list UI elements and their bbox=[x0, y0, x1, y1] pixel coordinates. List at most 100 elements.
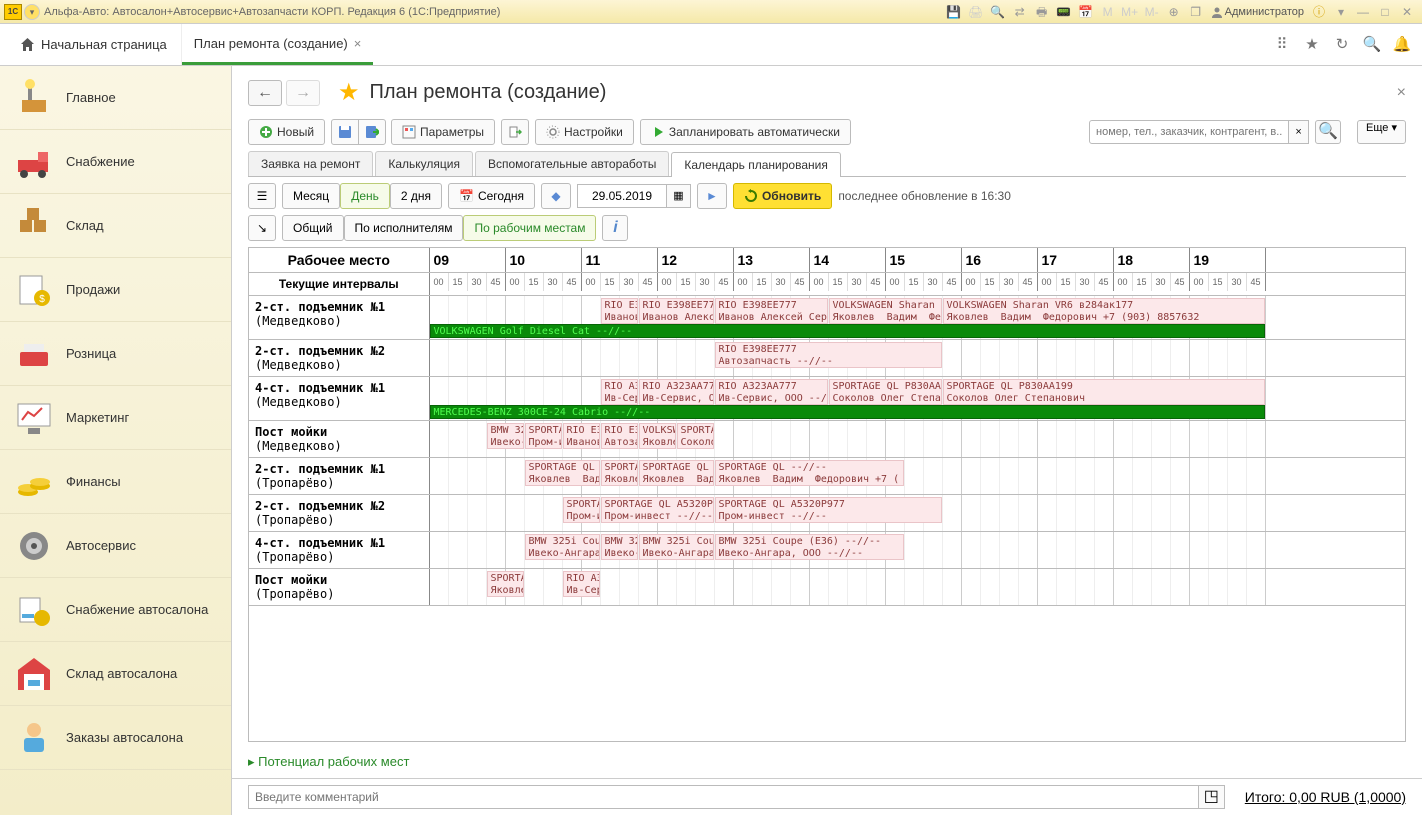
mode-performers-button[interactable]: По исполнителям bbox=[344, 215, 464, 241]
gantt-bar[interactable]: SPORTA Яковле bbox=[487, 571, 524, 597]
view-toggle-button[interactable]: ↘ bbox=[248, 215, 276, 241]
gantt-bar[interactable]: SPORTAGE QL Яковлев Вад bbox=[639, 460, 714, 486]
favorite-star-icon[interactable]: ★ bbox=[338, 78, 360, 107]
more-button[interactable]: Еще ▾ bbox=[1357, 120, 1406, 144]
date-input[interactable] bbox=[577, 184, 667, 208]
save-close-button[interactable] bbox=[358, 119, 386, 145]
sidebar-item-autoservice[interactable]: Автосервис bbox=[0, 514, 231, 578]
gantt-bar[interactable]: RIO E398EE777 Автозапчасть --//-- bbox=[715, 342, 942, 368]
tab-close-icon[interactable]: × bbox=[354, 36, 362, 51]
settings-button[interactable]: Настройки bbox=[535, 119, 634, 145]
view-day-button[interactable]: День bbox=[340, 183, 390, 209]
gantt-bar[interactable]: RIO E3 Автоза bbox=[601, 423, 638, 449]
maximize-icon[interactable]: □ bbox=[1376, 3, 1394, 21]
calculator-icon[interactable]: 📟 bbox=[1055, 3, 1073, 21]
gantt-bar[interactable]: VOLKSW Яковле bbox=[639, 423, 676, 449]
subtab-1[interactable]: Калькуляция bbox=[375, 151, 473, 176]
m-icon[interactable]: M bbox=[1099, 3, 1117, 21]
sidebar-item-sales[interactable]: $Продажи bbox=[0, 258, 231, 322]
info-icon[interactable]: ⓘ bbox=[1310, 3, 1328, 21]
prev-day-button[interactable]: ◆ bbox=[541, 183, 571, 209]
comment-open-icon[interactable]: ◳ bbox=[1199, 785, 1225, 809]
params-button[interactable]: Параметры bbox=[391, 119, 495, 145]
gantt-bar[interactable]: RIO E398EE777 Иванов Алексей Сер bbox=[715, 298, 828, 324]
gantt-bar[interactable]: BMW 32 Ивеко- bbox=[601, 534, 638, 560]
view-month-button[interactable]: Месяц bbox=[282, 183, 340, 209]
gantt-bar[interactable]: VOLKSWAGEN Golf Diesel Cat --//-- bbox=[430, 324, 1265, 338]
today-button[interactable]: 📅Сегодня bbox=[448, 183, 535, 209]
sidebar-item-finance[interactable]: Финансы bbox=[0, 450, 231, 514]
mode-general-button[interactable]: Общий bbox=[282, 215, 344, 241]
nav-back-button[interactable]: ← bbox=[248, 80, 282, 106]
zoom-in-icon[interactable]: ⊕ bbox=[1165, 3, 1183, 21]
page-close-icon[interactable]: × bbox=[1397, 84, 1406, 102]
history-icon[interactable]: ↻ bbox=[1330, 33, 1354, 57]
gantt-bar[interactable]: SPORTAGE QL P830AA199 Соколов Олег Степа… bbox=[943, 379, 1265, 405]
gantt-bar[interactable]: VOLKSWAGEN Sharan Яковлев Вадим Фе bbox=[829, 298, 942, 324]
list-mode-button[interactable]: ☰ bbox=[248, 183, 276, 209]
sidebar-item-dealer_orders[interactable]: Заказы автосалона bbox=[0, 706, 231, 770]
search-input[interactable] bbox=[1089, 120, 1289, 144]
gantt-bar[interactable]: VOLKSWAGEN Sharan VR6 в284ак177 Яковлев … bbox=[943, 298, 1265, 324]
sidebar-item-marketing[interactable]: Маркетинг bbox=[0, 386, 231, 450]
gantt-bar[interactable]: SPORTAGE QL A5320P Пром-инвест --//-- bbox=[601, 497, 714, 523]
m-minus-icon[interactable]: M- bbox=[1143, 3, 1161, 21]
gantt-bar[interactable]: SPORTAGE QL P830AA Соколов Олег Степа bbox=[829, 379, 942, 405]
favorites-star-icon[interactable]: ★ bbox=[1300, 33, 1324, 57]
subtab-0[interactable]: Заявка на ремонт bbox=[248, 151, 373, 176]
nav-forward-button[interactable]: → bbox=[286, 80, 320, 106]
preview-icon[interactable]: 🔍 bbox=[989, 3, 1007, 21]
gantt-chart[interactable]: Рабочее место0910111213141516171819Текущ… bbox=[248, 247, 1406, 742]
info-button[interactable]: i bbox=[602, 215, 628, 241]
current-user[interactable]: Администратор bbox=[1211, 6, 1304, 18]
subtab-2[interactable]: Вспомогательные автоработы bbox=[475, 151, 669, 176]
gantt-bar[interactable]: BMW 325i Cou Ивеко-Ангара bbox=[525, 534, 600, 560]
gantt-bar[interactable]: SPORTA Пром-и bbox=[525, 423, 562, 449]
apps-grid-icon[interactable]: ⠿ bbox=[1270, 33, 1294, 57]
gantt-bar[interactable]: BMW 325i Coupe (E36) --//-- Ивеко-Ангара… bbox=[715, 534, 904, 560]
gantt-bar[interactable]: RIO A3 Ив-Сер bbox=[563, 571, 600, 597]
tab-home[interactable]: Начальная страница bbox=[6, 24, 182, 65]
windows-icon[interactable]: ❐ bbox=[1187, 3, 1205, 21]
gantt-bar[interactable]: RIO E398EE777 Иванов Алекс bbox=[639, 298, 714, 324]
search-icon[interactable]: 🔍 bbox=[1360, 33, 1384, 57]
gantt-bar[interactable]: BMW 32 Ивеко- bbox=[487, 423, 524, 449]
sidebar-item-warehouse[interactable]: Склад bbox=[0, 194, 231, 258]
view-2days-button[interactable]: 2 дня bbox=[390, 183, 442, 209]
sidebar-item-dealer_supply[interactable]: Снабжение автосалона bbox=[0, 578, 231, 642]
close-window-icon[interactable]: ✕ bbox=[1398, 3, 1416, 21]
tab-plan-remonta[interactable]: План ремонта (создание) × bbox=[182, 24, 374, 65]
app-menu-dropdown-icon[interactable]: ▾ bbox=[24, 4, 40, 20]
mode-workplaces-button[interactable]: По рабочим местам bbox=[463, 215, 596, 241]
gantt-bar[interactable]: SPORTA Яковле bbox=[601, 460, 638, 486]
gantt-bar[interactable]: RIO A323AA77 Ив-Сервис, О bbox=[639, 379, 714, 405]
calendar-icon[interactable]: 📅 bbox=[1077, 3, 1095, 21]
gantt-bar[interactable]: MERCEDES-BENZ 300CE-24 Cabrio --//-- bbox=[430, 405, 1265, 419]
gantt-bar[interactable]: SPORTAGE QL A5320P977 Пром-инвест --//-- bbox=[715, 497, 942, 523]
next-day-button[interactable]: ► bbox=[697, 183, 727, 209]
subtab-3[interactable]: Календарь планирования bbox=[671, 152, 841, 177]
comment-input[interactable] bbox=[248, 785, 1199, 809]
search-advanced-icon[interactable]: 🔍 bbox=[1315, 120, 1341, 144]
print2-icon[interactable]: 🖶 bbox=[1033, 3, 1051, 21]
search-clear-icon[interactable]: × bbox=[1289, 120, 1309, 144]
gantt-bar[interactable]: RIO E3 Иванов bbox=[563, 423, 600, 449]
m-plus-icon[interactable]: M+ bbox=[1121, 3, 1139, 21]
new-button[interactable]: Новый bbox=[248, 119, 325, 145]
minimize-icon[interactable]: — bbox=[1354, 3, 1372, 21]
refresh-button[interactable]: Обновить bbox=[733, 183, 832, 209]
gantt-bar[interactable]: SPORTA Соколо bbox=[677, 423, 714, 449]
gantt-bar[interactable]: SPORTAGE QL --//-- Яковлев Вадим Федоров… bbox=[715, 460, 904, 486]
gantt-bar[interactable]: RIO A323AA777 Ив-Сервис, ООО --/ bbox=[715, 379, 828, 405]
dropdown-icon[interactable]: ▾ bbox=[1332, 3, 1350, 21]
gantt-bar[interactable]: RIO E3 Иванов bbox=[601, 298, 638, 324]
save-doc-button[interactable] bbox=[331, 119, 359, 145]
gantt-bar[interactable]: RIO A3 Ив-Сер bbox=[601, 379, 638, 405]
gantt-bar[interactable]: SPORTAGE QL Яковлев Вад bbox=[525, 460, 600, 486]
export-button[interactable] bbox=[501, 119, 529, 145]
print-icon[interactable]: 🖨 bbox=[967, 3, 985, 21]
gantt-bar[interactable]: SPORTA Пром-и bbox=[563, 497, 600, 523]
save-icon[interactable]: 💾 bbox=[945, 3, 963, 21]
sidebar-item-main[interactable]: Главное bbox=[0, 66, 231, 130]
date-picker-icon[interactable]: ▦ bbox=[667, 184, 691, 208]
